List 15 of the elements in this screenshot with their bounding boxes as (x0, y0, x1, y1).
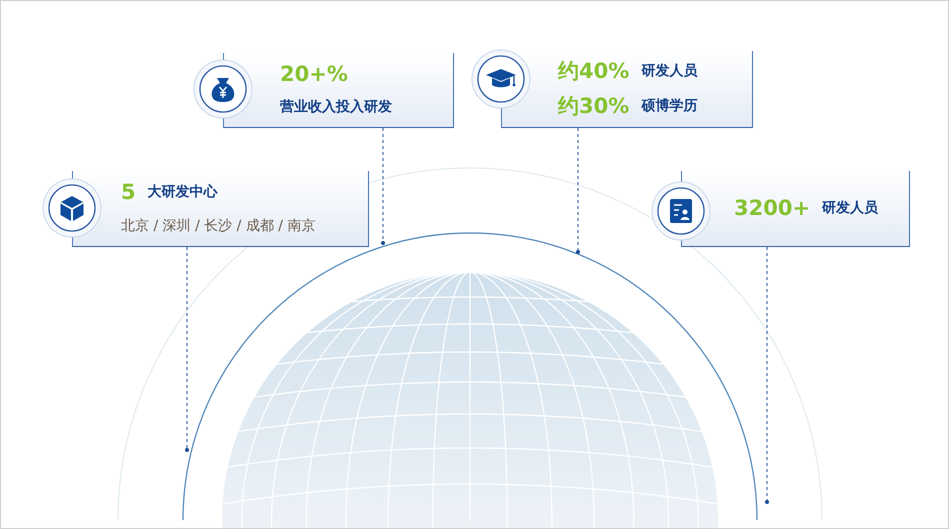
money-bag-icon (193, 59, 253, 119)
stat-value: 20+% (280, 64, 349, 86)
graduation-cap-icon (471, 49, 531, 109)
stat-value: 5 (121, 182, 136, 203)
stat-label: 硕博学历 (641, 98, 698, 115)
id-card-icon (651, 181, 711, 241)
stat-label: 研发人员 (641, 63, 698, 80)
city-list: 北京 / 深圳 / 长沙 / 成都 / 南京 (121, 217, 368, 235)
stat-value: 约40% (558, 61, 630, 82)
stat-label: 研发人员 (822, 200, 878, 217)
cube-icon (42, 178, 102, 238)
stat-value: 约30% (558, 96, 630, 117)
stat-label: 营业收入投入研发 (280, 99, 393, 116)
stat-label: 大研发中心 (148, 184, 218, 201)
stat-value: 3200+ (734, 198, 810, 219)
